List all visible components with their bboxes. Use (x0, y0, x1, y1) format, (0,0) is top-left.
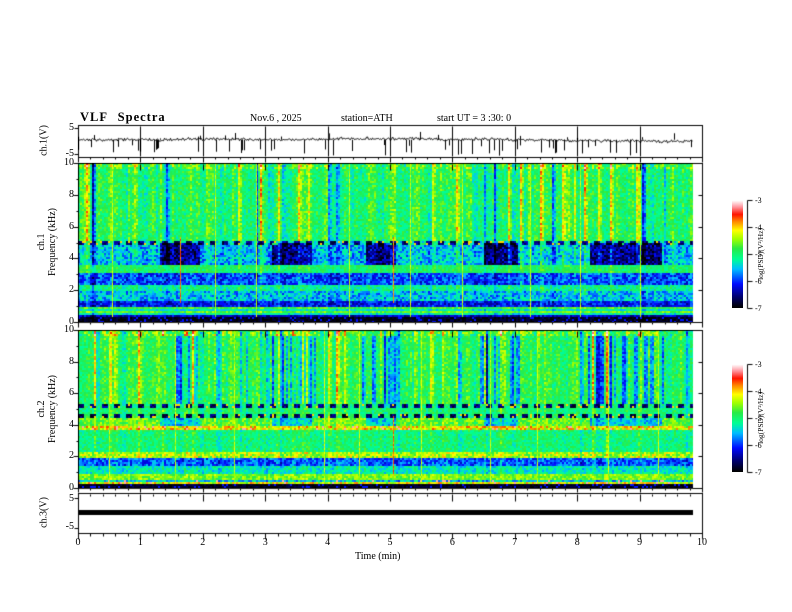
date-label: Nov.6 , 2025 (250, 113, 302, 124)
spec1-y-tick-label: 2 (69, 284, 74, 296)
spec2-y-tick-label: 4 (69, 418, 74, 430)
x-tick-label: 1 (137, 537, 143, 548)
x-tick-label: 9 (637, 537, 643, 548)
time-axis-label: Time (min) (355, 551, 401, 562)
colorbar2-tick-label: -4 (755, 387, 762, 396)
spec2-y-tick-label: 2 (69, 450, 74, 462)
ch2-axis-label-line1: ch.2 (36, 400, 47, 418)
spec2-y-tick-label: 0 (69, 482, 74, 493)
x-tick-label: 8 (574, 537, 580, 548)
ch1-frequency-axis-label: ch.1 Frequency (kHz) (36, 182, 58, 302)
ch1-waveform-canvas (78, 125, 702, 157)
ch3-voltage-tick-label: -5 (65, 521, 74, 532)
ch1-voltage-axis-label: ch.1(V) (38, 125, 50, 156)
colorbar2-tick-label: -6 (755, 441, 762, 450)
colorbar2-tick-label: -5 (755, 414, 762, 423)
ch1-axis-label-line2: Frequency (kHz) (47, 207, 58, 277)
spec1-y-tick-label: 8 (69, 188, 74, 200)
ch2-axis-label-line2: Frequency (kHz) (47, 374, 58, 444)
colorbar2-gradient (732, 364, 743, 472)
ch2-frequency-axis-label: ch.2 Frequency (kHz) (36, 349, 58, 469)
spec2-y-tick-label: 8 (69, 355, 74, 367)
x-tick-label: 3 (262, 537, 268, 548)
x-tick-label: 2 (200, 537, 206, 548)
start-ut-label: start UT = 3 :30: 0 (437, 113, 512, 124)
figure-title: VLF Spectra (80, 110, 166, 124)
x-tick-label: 0 (75, 537, 81, 548)
vlf-spectra-figure: VLF Spectra Nov.6 , 2025 station=ATH sta… (0, 0, 792, 612)
ch1-spectrogram-canvas (78, 163, 702, 322)
spec2-y-tick-label: 10 (64, 324, 74, 335)
colorbar1-tick-label: -3 (755, 196, 762, 205)
ch3-voltage-axis-label: ch.3(V) (38, 497, 50, 528)
x-tick-label: 10 (697, 537, 707, 548)
ch3-voltage-tick-label: 5 (69, 493, 74, 504)
ch1-axis-label-line1: ch.1 (36, 233, 47, 251)
colorbar1-gradient (732, 200, 743, 308)
colorbar1-tick-label: -4 (755, 223, 762, 232)
ch1-voltage-tick-label: -5 (65, 148, 74, 159)
colorbar2-tick-label: -3 (755, 360, 762, 369)
x-tick-label: 7 (512, 537, 518, 548)
x-tick-label: 4 (325, 537, 331, 548)
colorbar1-tick-label: -7 (755, 304, 762, 313)
ch1-voltage-tick-label: 5 (69, 122, 74, 133)
colorbar1-tick-label: -6 (755, 277, 762, 286)
station-label: station=ATH (341, 113, 393, 124)
colorbar1-tick-label: -5 (755, 250, 762, 259)
x-tick-label: 6 (449, 537, 455, 548)
ch2-spectrogram-canvas (78, 330, 702, 488)
spec2-y-tick-label: 6 (69, 387, 74, 399)
spec1-y-tick-label: 4 (69, 252, 74, 264)
spec1-y-tick-label: 6 (69, 220, 74, 232)
colorbar2-tick-label: -7 (755, 468, 762, 477)
x-tick-label: 5 (387, 537, 393, 548)
